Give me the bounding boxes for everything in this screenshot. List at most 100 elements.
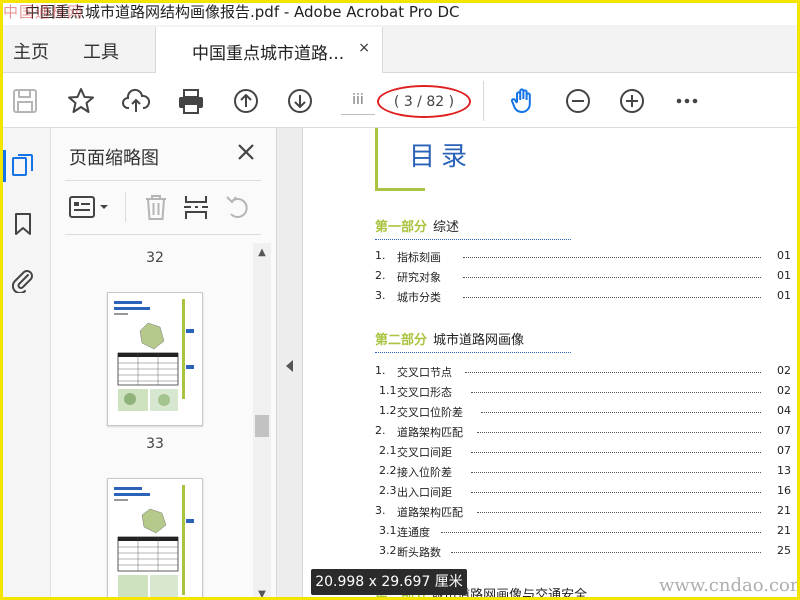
save-icon[interactable] xyxy=(9,85,41,117)
thumbnail-page-number: 33 xyxy=(146,436,164,452)
toc-entry-text: 断头路数 xyxy=(397,546,441,559)
thumbnail-page[interactable] xyxy=(107,292,203,426)
toc-entry-page: 01 xyxy=(777,289,791,302)
toc-accent-vertical xyxy=(375,128,378,190)
toc-entry-page: 07 xyxy=(777,424,791,437)
menu-tools[interactable]: 工具 xyxy=(83,38,119,64)
thumbnail-options-icon[interactable] xyxy=(67,190,113,224)
toc-entry[interactable]: 2. 道路架构匹配 07 xyxy=(375,424,791,440)
toc-entry[interactable]: 2.3 出入口间距 16 xyxy=(375,484,791,500)
toc-entry[interactable]: 2.1 交叉口间距 07 xyxy=(375,444,791,460)
toc-entry-page: 16 xyxy=(777,484,791,497)
toc-entry-index: 2.1 xyxy=(379,444,397,457)
panel-divider-2 xyxy=(65,234,261,235)
toc-entry-index: 2.3 xyxy=(379,484,397,497)
panel-collapse-handle[interactable] xyxy=(277,128,303,597)
toc-entry-page: 04 xyxy=(777,404,791,417)
delete-page-icon[interactable] xyxy=(139,190,173,224)
toc-entry[interactable]: 3. 道路架构匹配 21 xyxy=(375,504,791,520)
page-number-input[interactable]: iii xyxy=(341,89,375,115)
toc-entry-text: 交叉口间距 xyxy=(397,446,452,459)
more-icon[interactable] xyxy=(671,85,703,117)
zoom-out-icon[interactable] xyxy=(562,85,594,117)
tab-bar: 主页 工具 中国重点城市道路... × xyxy=(3,25,797,73)
toc-entry[interactable]: 1. 指标刻画 01 xyxy=(375,249,791,265)
toc-entry-index: 2. xyxy=(375,424,386,437)
toc-leader xyxy=(441,532,761,533)
section-rule xyxy=(375,239,571,240)
scrollbar-thumb[interactable] xyxy=(255,415,269,437)
thumbnail-page[interactable] xyxy=(107,478,203,597)
toc-entry-text: 道路架构匹配 xyxy=(397,426,463,439)
toc-title: 目录 xyxy=(409,142,474,172)
thumbnails-panel: 页面缩略图 32 33 ▲ ▼ xyxy=(51,128,277,597)
page-size-tooltip: 20.998 x 29.697 厘米 xyxy=(311,569,467,595)
toc-leader xyxy=(463,257,761,258)
toc-entry-text: 接入位阶差 xyxy=(397,466,452,479)
scroll-up-icon[interactable]: ▲ xyxy=(256,247,268,259)
tab-close-icon[interactable]: × xyxy=(358,40,370,56)
panel-close-icon[interactable] xyxy=(234,140,258,164)
toc-entry-text: 道路架构匹配 xyxy=(397,506,463,519)
toc-entry-index: 3. xyxy=(375,504,386,517)
thumbnail-scrollbar[interactable]: ▲ ▼ xyxy=(253,243,271,597)
toolbar-divider xyxy=(483,81,484,121)
toc-entry[interactable]: 3.2 断头路数 25 xyxy=(375,544,791,560)
cloud-upload-icon[interactable] xyxy=(120,85,152,117)
toc-entry-index: 2.2 xyxy=(379,464,397,477)
scroll-down-icon[interactable]: ▼ xyxy=(256,589,268,597)
toc-leader xyxy=(463,277,761,278)
toc-entry-index: 1. xyxy=(375,249,386,262)
bookmark-icon[interactable] xyxy=(7,208,39,240)
toc-entry-index: 1.2 xyxy=(379,404,397,417)
attachment-icon[interactable] xyxy=(7,264,39,296)
rotate-page-icon[interactable] xyxy=(221,190,255,224)
toc-leader xyxy=(463,297,761,298)
toc-entry[interactable]: 2. 研究对象 01 xyxy=(375,269,791,285)
toc-entry-index: 3.2 xyxy=(379,544,397,557)
zoom-in-icon[interactable] xyxy=(616,85,648,117)
hand-icon[interactable] xyxy=(507,85,539,117)
document-view: 目录 第一部分 综述 1. 指标刻画 01 2. 研究对象 01 3. 城市分类 … xyxy=(303,128,797,597)
toc-leader xyxy=(471,472,761,473)
toc-entry[interactable]: 1. 交叉口节点 02 xyxy=(375,364,791,380)
toc-entry-text: 交叉口形态 xyxy=(397,386,452,399)
print-icon[interactable] xyxy=(175,85,207,117)
insert-page-icon[interactable] xyxy=(179,190,213,224)
toc-accent-horizontal xyxy=(375,188,425,191)
toc-entry-page: 01 xyxy=(777,269,791,282)
menu-home[interactable]: 主页 xyxy=(13,38,49,64)
next-page-icon[interactable] xyxy=(284,85,316,117)
toc-entry-page: 25 xyxy=(777,544,791,557)
toc-entry-page: 13 xyxy=(777,464,791,477)
toc-entry-index: 1. xyxy=(375,364,386,377)
toc-entry[interactable]: 2.2 接入位阶差 13 xyxy=(375,464,791,480)
document-tab[interactable]: 中国重点城市道路... × xyxy=(155,27,383,73)
toc-entry-page: 21 xyxy=(777,504,791,517)
document-tab-label: 中国重点城市道路... xyxy=(192,44,345,64)
toc-entry[interactable]: 3. 城市分类 01 xyxy=(375,289,791,305)
toc-entry-text: 城市分类 xyxy=(397,291,441,304)
section-number: 第一部分 xyxy=(375,220,428,235)
toc-entry-text: 连通度 xyxy=(397,526,430,539)
toc-entry[interactable]: 1.1 交叉口形态 02 xyxy=(375,384,791,400)
star-icon[interactable] xyxy=(65,85,97,117)
app-window: 中国重点城市道路网结构画像报告.pdf - Adobe Acrobat Pro … xyxy=(0,0,800,600)
toc-entry-text: 研究对象 xyxy=(397,271,441,284)
panel-divider xyxy=(65,180,261,181)
prev-page-icon[interactable] xyxy=(230,85,262,117)
toc-entry[interactable]: 1.2 交叉口位阶差 04 xyxy=(375,404,791,420)
toolbar: iii ( 3 / 82 ) xyxy=(3,73,797,128)
page-thumbnails-icon[interactable] xyxy=(7,150,39,182)
rail-active-indicator xyxy=(3,150,6,182)
window-title: 中国重点城市道路网结构画像报告.pdf - Adobe Acrobat Pro … xyxy=(25,3,460,21)
toc-entry-text: 出入口间距 xyxy=(397,486,452,499)
panel-title: 页面缩略图 xyxy=(69,148,159,169)
toc-entry-page: 01 xyxy=(777,249,791,262)
toc-entry-page: 02 xyxy=(777,364,791,377)
section-heading: 第二部分 城市道路网画像 xyxy=(375,329,524,348)
toc-entry-text: 交叉口位阶差 xyxy=(397,406,463,419)
toc-entry-page: 07 xyxy=(777,444,791,457)
toc-entry[interactable]: 3.1 连通度 21 xyxy=(375,524,791,540)
section-heading: 第一部分 综述 xyxy=(375,216,459,235)
